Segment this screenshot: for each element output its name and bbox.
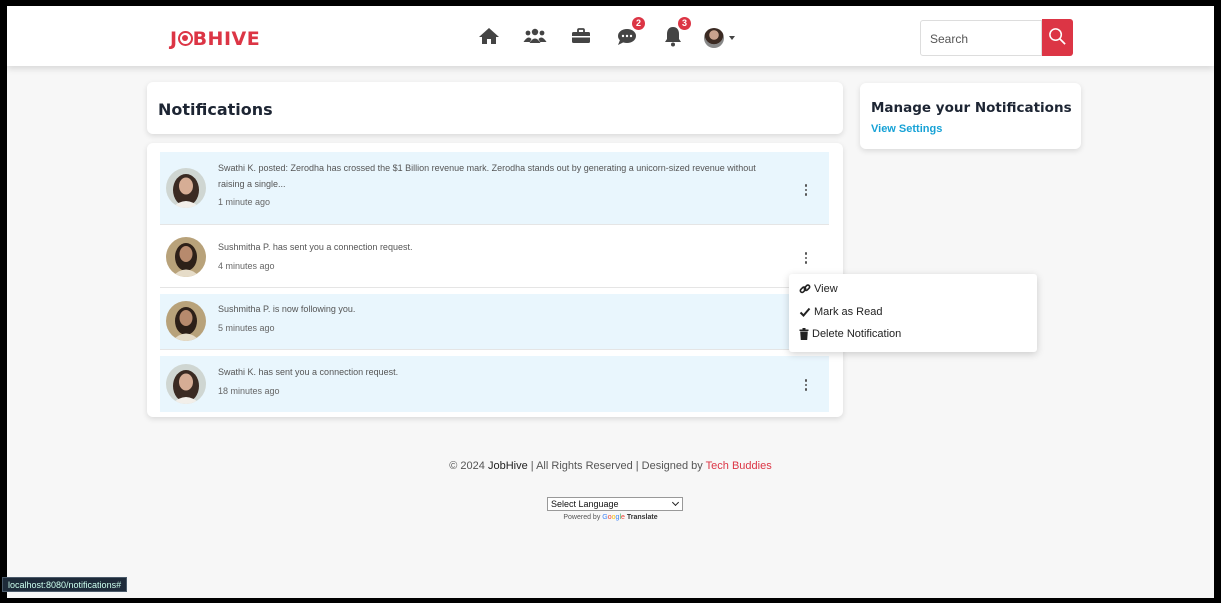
menu-item-label: Delete Notification (812, 328, 902, 340)
chevron-down-icon (671, 498, 680, 507)
more-options-icon[interactable] (803, 184, 809, 198)
notification-time: 1 minute ago (218, 197, 271, 207)
notification-item[interactable]: Sushmitha P. is now following you. 5 min… (160, 294, 829, 350)
menu-item-label: Mark as Read (814, 306, 883, 318)
menu-item-mark-read[interactable]: Mark as Read (799, 306, 882, 318)
jobs-briefcase-icon[interactable] (569, 24, 593, 48)
trash-icon (799, 328, 809, 340)
notification-time: 18 minutes ago (218, 386, 280, 396)
messages-icon[interactable]: 2 (615, 17, 645, 48)
menu-item-delete[interactable]: Delete Notification (799, 328, 901, 340)
menu-item-view[interactable]: View (799, 283, 838, 295)
manage-notifications-card: Manage your Notifications View Settings (860, 83, 1081, 149)
avatar (166, 301, 206, 341)
more-options-icon[interactable] (803, 252, 809, 266)
messages-badge: 2 (632, 17, 645, 30)
notification-text: Swathi K. posted: Zerodha has crossed th… (218, 163, 756, 189)
view-settings-link[interactable]: View Settings (871, 123, 942, 135)
notifications-badge: 3 (678, 17, 691, 30)
notification-item[interactable]: Swathi K. has sent you a connection requ… (160, 356, 829, 412)
language-select[interactable]: Select Language (547, 497, 683, 511)
notifications-header-card: Notifications (147, 82, 843, 134)
link-icon (799, 284, 811, 294)
footer: © 2024 JobHive | All Rights Reserved | D… (7, 460, 1214, 472)
google-logo: Google (602, 514, 625, 521)
notification-time: 4 minutes ago (218, 261, 275, 271)
avatar (166, 364, 206, 404)
network-icon[interactable] (523, 24, 547, 48)
footer-rights: | All Rights Reserved | Designed by (530, 460, 703, 472)
page-title: Notifications (158, 100, 273, 119)
footer-designer-link[interactable]: Tech Buddies (706, 460, 772, 472)
notification-options-menu: View Mark as Read Delete Notification (789, 274, 1037, 352)
search-input[interactable]: Search (920, 20, 1042, 56)
search-button[interactable] (1042, 19, 1073, 56)
logo[interactable]: J BHIVE (170, 28, 260, 50)
logo-text-j: J (170, 28, 178, 50)
notification-text: Swathi K. has sent you a connection requ… (218, 367, 399, 377)
avatar (166, 237, 206, 277)
notification-text: Sushmitha P. is now following you. (218, 304, 356, 314)
chevron-down-icon[interactable] (729, 36, 735, 40)
navbar: J BHIVE 2 3 Search (7, 6, 1214, 66)
home-icon[interactable] (477, 24, 501, 48)
footer-copyright: © 2024 (449, 460, 485, 472)
notification-item[interactable]: Swathi K. posted: Zerodha has crossed th… (160, 152, 829, 225)
check-icon (799, 307, 811, 317)
footer-brand: JobHive (487, 460, 528, 472)
avatar (166, 168, 206, 208)
powered-by-text: Powered by (563, 514, 601, 521)
notification-time: 5 minutes ago (218, 323, 275, 333)
logo-o-icon (177, 31, 193, 46)
profile-avatar[interactable] (704, 28, 724, 48)
browser-status-url: localhost:8080/notifications# (2, 577, 128, 592)
search-icon (1049, 28, 1066, 45)
more-options-icon[interactable] (803, 379, 809, 393)
notification-item[interactable]: Sushmitha P. has sent you a connection r… (160, 226, 829, 288)
translate-link[interactable]: Translate (627, 514, 658, 521)
notification-text: Sushmitha P. has sent you a connection r… (218, 242, 413, 252)
logo-text-bhive: BHIVE (192, 28, 261, 50)
notifications-list: Swathi K. posted: Zerodha has crossed th… (147, 143, 843, 417)
menu-item-label: View (814, 283, 838, 295)
manage-title: Manage your Notifications (871, 100, 1072, 116)
page: J BHIVE 2 3 Search Notifications Manage … (7, 6, 1214, 598)
notifications-bell-icon[interactable]: 3 (661, 17, 691, 48)
powered-by-google-translate: Powered by Google Translate (7, 514, 1214, 521)
language-select-value: Select Language (551, 499, 619, 509)
